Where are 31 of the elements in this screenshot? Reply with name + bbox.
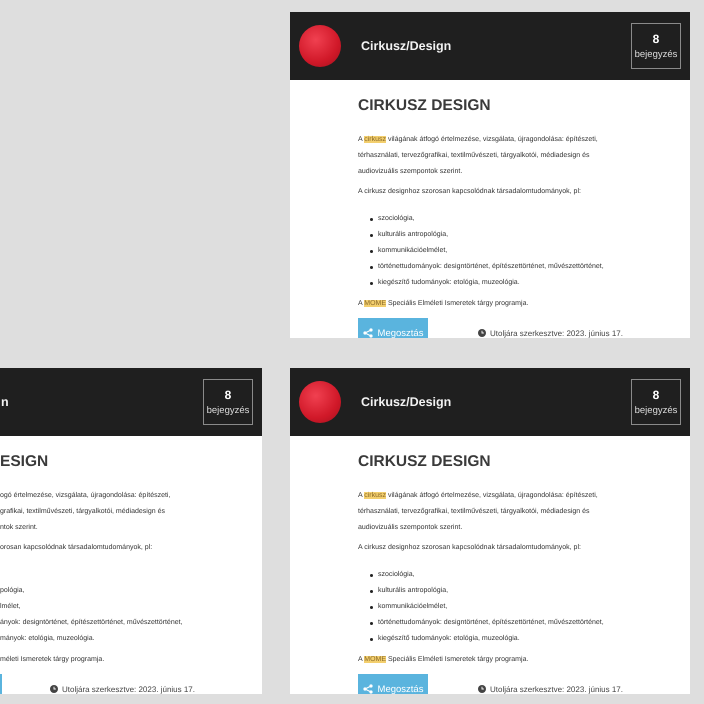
bullet-icon (370, 606, 373, 608)
post-count-label: bejegyzés (206, 405, 250, 416)
share-icon (362, 328, 373, 338)
bullet-icon (370, 622, 373, 624)
bullet-icon (370, 590, 373, 592)
avatar (299, 25, 341, 67)
share-icon (362, 684, 373, 694)
post-heading: ESIGN (0, 452, 50, 472)
bullet-icon (370, 266, 373, 268)
bullet-icon (370, 574, 373, 576)
post-count-label: bejegyzés (634, 49, 678, 60)
post-heading: CIRKUSZ DESIGN (358, 96, 492, 116)
post-heading: CIRKUSZ DESIGN (358, 452, 492, 472)
bullet-icon (370, 250, 373, 252)
last-edited-text: Utoljára szerkesztve: 2023. június 17. (490, 328, 623, 338)
blog-title: Cirkusz/Design (361, 395, 452, 409)
last-edited-text: Utoljára szerkesztve: 2023. június 17. (490, 684, 623, 694)
share-button[interactable]: Megosztás (358, 674, 428, 694)
avatar (299, 381, 341, 423)
post-count-label: bejegyzés (634, 405, 678, 416)
bullet-icon (370, 234, 373, 236)
blog-title: Cirkusz/Design (361, 39, 452, 53)
post-count: 8 (652, 32, 660, 46)
last-edited-text: Utoljára szerkesztve: 2023. június 17. (62, 684, 195, 694)
bullet-icon (370, 638, 373, 640)
share-button[interactable]: Megosztás (358, 318, 428, 338)
post-count: 8 (652, 388, 660, 402)
bullet-icon (370, 218, 373, 220)
post-count: 8 (224, 388, 232, 402)
bullet-icon (370, 282, 373, 284)
blog-title: n (1, 395, 9, 409)
